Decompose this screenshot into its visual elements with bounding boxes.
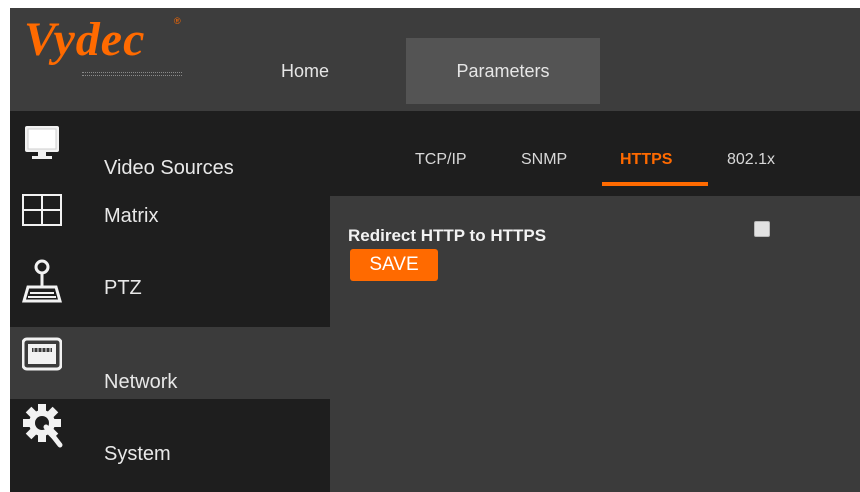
brand-logo: Vydec ® (24, 12, 194, 82)
sidebar-item-label: Matrix (104, 205, 159, 227)
redirect-https-label: Redirect HTTP to HTTPS (348, 226, 547, 245)
save-button[interactable]: SAVE (350, 249, 438, 281)
active-tab-indicator (602, 182, 708, 186)
sidebar-item-label: PTZ (104, 277, 142, 299)
sidebar-item-label: Network (104, 371, 178, 393)
app-window: Vydec ® Home Parameters Video Sources Ma… (10, 8, 860, 492)
sidebar-item-ptz[interactable]: PTZ (10, 255, 330, 327)
tab-https[interactable]: HTTPS (620, 151, 672, 169)
registered-mark: ® (174, 16, 181, 26)
network-device-icon (21, 335, 63, 375)
header: Vydec ® Home Parameters (10, 8, 860, 111)
sidebar-item-label: Video Sources (104, 157, 234, 179)
brand-tagline-decoration (82, 72, 182, 76)
monitor-icon (22, 123, 62, 163)
main-panel: TCP/IP SNMP HTTPS 802.1x Redirect HTTP t… (330, 111, 860, 492)
sidebar-item-video-sources[interactable]: Video Sources (10, 111, 330, 183)
brand-name: Vydec (24, 13, 146, 66)
tab-tcp-ip[interactable]: TCP/IP (415, 151, 467, 169)
nav-parameters[interactable]: Parameters (406, 38, 600, 104)
sidebar-item-network[interactable]: Network (10, 327, 330, 399)
sidebar-item-system[interactable]: System (10, 399, 330, 471)
sidebar-item-label: System (104, 443, 171, 465)
sidebar-item-matrix[interactable]: Matrix (10, 183, 330, 255)
tab-snmp[interactable]: SNMP (521, 151, 567, 169)
grid-icon (22, 191, 62, 231)
joystick-icon (22, 259, 62, 303)
sidebar: Video Sources Matrix PTZ Network System (10, 111, 330, 492)
network-tabs: TCP/IP SNMP HTTPS 802.1x (330, 111, 860, 196)
gear-wrench-icon (22, 403, 63, 448)
redirect-https-checkbox[interactable] (754, 221, 770, 237)
tab-802-1x[interactable]: 802.1x (727, 151, 775, 169)
nav-home[interactable]: Home (240, 38, 370, 104)
